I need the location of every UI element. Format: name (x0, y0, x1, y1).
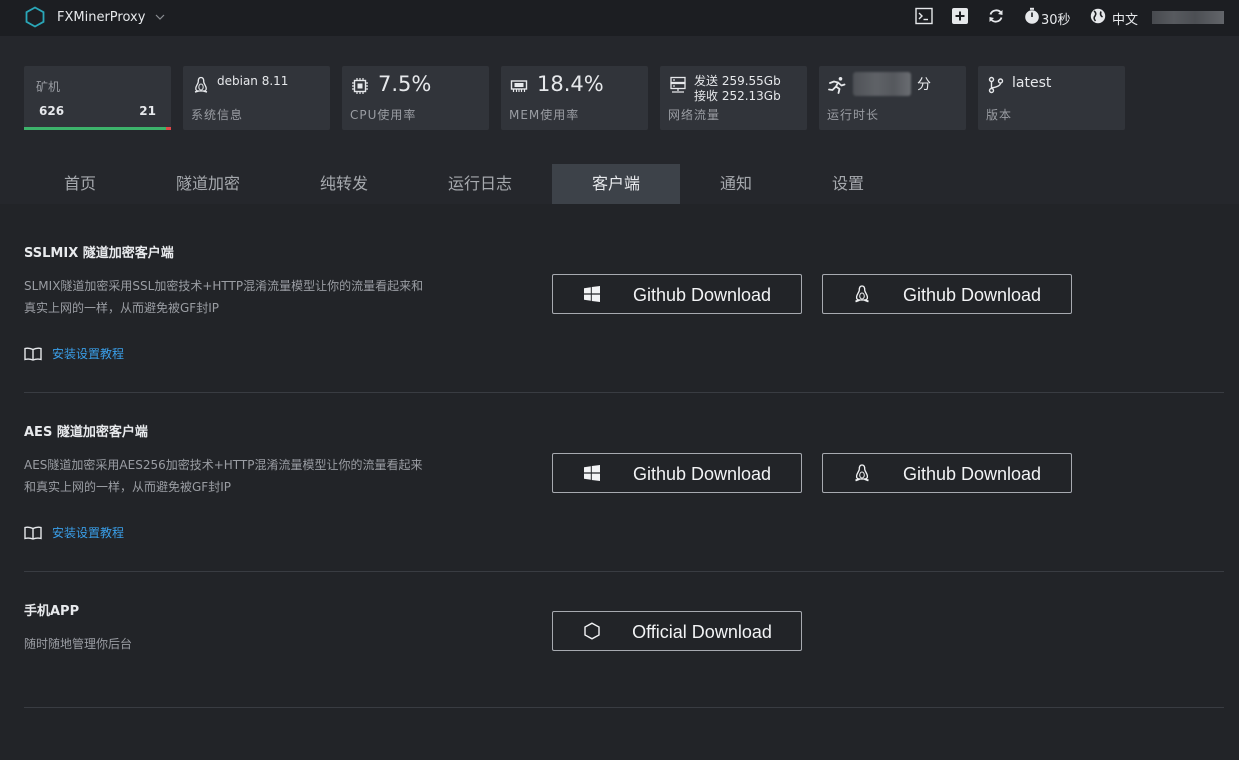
miners-status-bar (24, 127, 171, 130)
windows-download-button[interactable]: Github Download (552, 453, 802, 493)
section-description: SLMIX隧道加密采用SSL加密技术+HTTP混淆流量模型让你的流量看起来和真实… (24, 279, 424, 315)
miners-card[interactable]: 矿机 626 21 (24, 66, 171, 130)
cpu-card: 7.5% CPU使用率 (342, 66, 489, 130)
mem-usage-value: 18.4% (537, 72, 604, 96)
miners-online-bar (24, 127, 167, 130)
system-info-value: debian 8.11 (217, 74, 289, 88)
section-description: AES隧道加密采用AES256加密技术+HTTP混淆流量模型让你的流量看起来和真… (24, 458, 423, 494)
globe-icon (1090, 8, 1106, 24)
refresh-icon[interactable] (987, 7, 1005, 25)
section-title: SSLMIX 隧道加密客户端 (24, 246, 174, 261)
section-description: 随时随地管理你后台 (24, 637, 133, 651)
runtime-value-redacted (853, 72, 911, 96)
timer-label: 30秒 (1041, 13, 1071, 28)
cpu-usage-value: 7.5% (378, 72, 432, 96)
user-name-redacted[interactable] (1152, 11, 1224, 24)
linux-download-button[interactable]: Github Download (822, 274, 1072, 314)
add-icon[interactable] (951, 7, 969, 25)
mem-card: 18.4% MEM使用率 (501, 66, 648, 130)
version-label: 版本 (986, 108, 1013, 122)
stopwatch-icon (1025, 7, 1039, 24)
network-server-icon (670, 76, 686, 93)
miners-offline-bar (166, 127, 171, 130)
version-value: latest (1012, 75, 1052, 91)
system-info-label: 系统信息 (191, 108, 244, 122)
section-divider (24, 392, 1224, 393)
tab-tunnel-encryption[interactable]: 隧道加密 (152, 164, 264, 204)
top-bar: FXMinerProxy 30秒 中文 (0, 0, 1239, 36)
cpu-usage-label: CPU使用率 (350, 108, 417, 122)
section-title: 手机APP (24, 604, 80, 619)
tab-pure-forwarding[interactable]: 纯转发 (288, 164, 400, 204)
button-label: Github Download (902, 464, 1042, 484)
network-traffic-label: 网络流量 (668, 108, 721, 122)
system-info-card: debian 8.11 系统信息 (183, 66, 330, 130)
main-tabs: 首页 隧道加密 纯转发 运行日志 客户端 通知 设置 (0, 164, 1239, 204)
section-divider (24, 707, 1224, 708)
linux-penguin-icon (194, 76, 208, 93)
app-title: FXMinerProxy (57, 9, 146, 25)
app-switcher[interactable]: FXMinerProxy (24, 6, 165, 28)
running-person-icon (828, 77, 846, 94)
book-icon (24, 346, 42, 361)
network-card: 发送 259.55Gb 接收 252.13Gb 网络流量 (660, 66, 807, 130)
section-divider (24, 571, 1224, 572)
version-card: latest 版本 (978, 66, 1125, 130)
runtime-card: 分 运行时长 (819, 66, 966, 130)
chevron-down-icon (155, 14, 165, 20)
section-title: AES 隧道加密客户端 (24, 425, 148, 440)
tutorial-link-row[interactable]: 安装设置教程 (24, 345, 124, 362)
network-sent-value: 发送 259.55Gb (694, 74, 781, 88)
miners-offline-count: 21 (139, 104, 156, 118)
windows-download-button[interactable]: Github Download (552, 274, 802, 314)
miners-online-count: 626 (39, 104, 65, 118)
runtime-unit: 分 (917, 77, 931, 93)
tab-notify[interactable]: 通知 (680, 164, 792, 204)
button-label: Github Download (902, 285, 1042, 305)
official-download-button[interactable]: Official Download (552, 611, 802, 651)
tab-run-log[interactable]: 运行日志 (424, 164, 536, 204)
cpu-chip-icon (352, 78, 368, 94)
stats-bar: 矿机 626 21 debian 8.11 系统信息 7.5% CPU使用率 1… (24, 66, 1215, 130)
tab-home[interactable]: 首页 (24, 164, 136, 204)
button-label: Github Download (632, 464, 772, 484)
button-label: Github Download (632, 285, 772, 305)
memory-icon (510, 80, 528, 92)
runtime-label: 运行时长 (827, 108, 880, 122)
miners-label: 矿机 (36, 80, 61, 94)
tab-client[interactable]: 客户端 (552, 164, 680, 204)
tutorial-link-row[interactable]: 安装设置教程 (24, 524, 124, 541)
network-received-value: 接收 252.13Gb (694, 89, 781, 103)
tab-settings[interactable]: 设置 (792, 164, 904, 204)
git-branch-icon (988, 76, 1004, 94)
linux-download-button[interactable]: Github Download (822, 453, 1072, 493)
language-label: 中文 (1112, 13, 1139, 28)
button-label: Official Download (632, 622, 772, 642)
book-icon (24, 525, 42, 540)
mem-usage-label: MEM使用率 (509, 108, 580, 122)
tutorial-link[interactable]: 安装设置教程 (52, 345, 124, 362)
tutorial-link[interactable]: 安装设置教程 (52, 524, 124, 541)
terminal-icon[interactable] (915, 7, 933, 25)
hexagon-logo-icon (25, 6, 45, 28)
